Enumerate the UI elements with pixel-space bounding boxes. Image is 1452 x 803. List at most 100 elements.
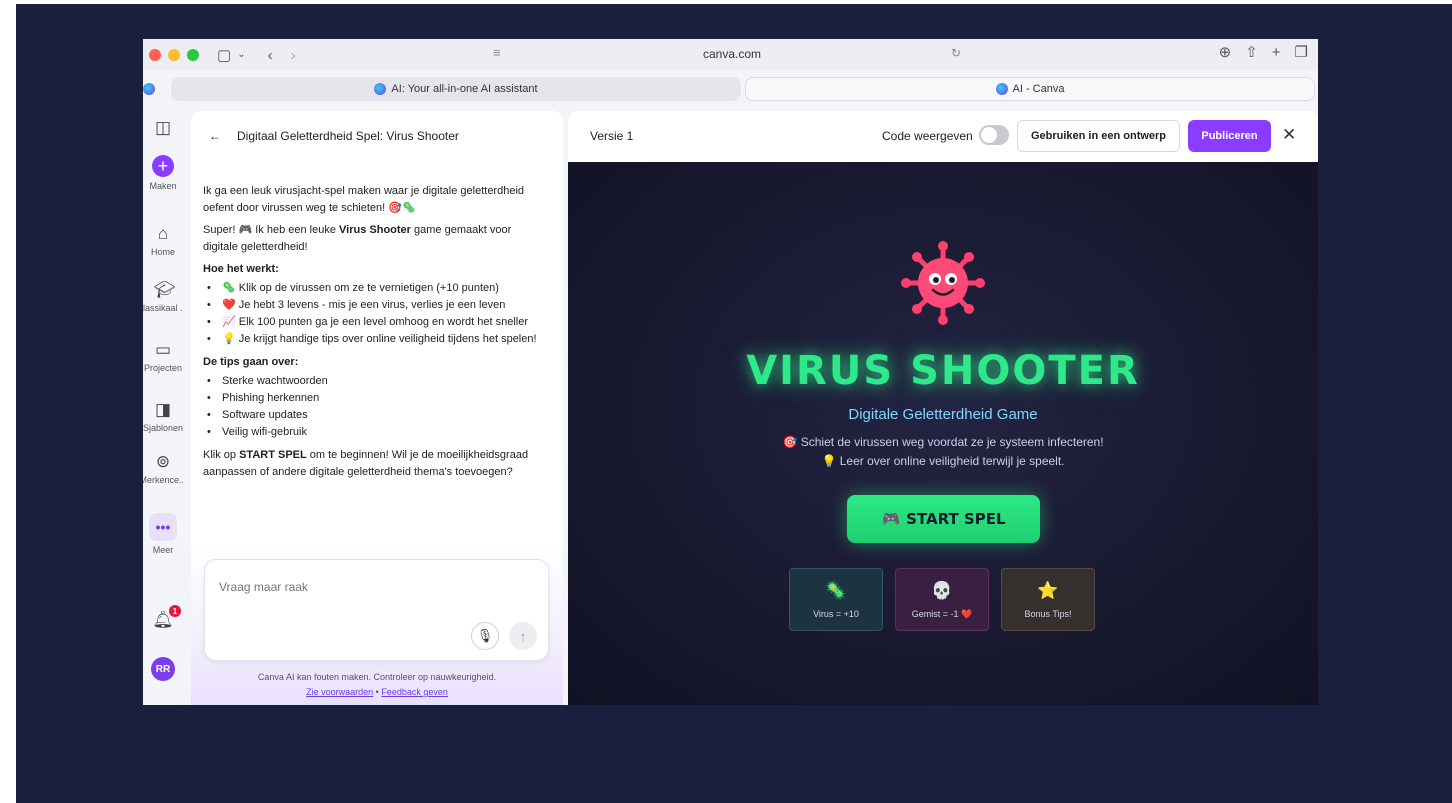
send-arrow-icon[interactable]: ↑: [509, 622, 537, 650]
tab-ai-canva[interactable]: AI - Canva: [745, 77, 1315, 101]
chat-title: Digitaal Geletterdheid Spel: Virus Shoot…: [237, 129, 459, 143]
feedback-link[interactable]: Feedback geven: [381, 687, 448, 697]
close-icon[interactable]: ✕: [1282, 125, 1296, 145]
rail-label: Projecten: [143, 363, 183, 373]
disclaimer-text: Canva AI kan fouten maken. Controleer op…: [257, 672, 497, 682]
new-tab-icon[interactable]: +: [1272, 45, 1281, 60]
card-label: Gemist = -1 ❤️: [911, 609, 973, 619]
microphone-icon[interactable]: 🎙︎: [471, 622, 499, 650]
more-icon: •••: [149, 513, 177, 541]
list-item: ❤️ Je hebt 3 levens - mis je een virus, …: [203, 297, 548, 314]
canva-favicon-icon: [374, 83, 387, 95]
tips-list: Sterke wachtwoorden Phishing herkennen S…: [203, 373, 548, 441]
folder-icon: ▭: [154, 341, 172, 359]
rail-label: Home: [150, 247, 175, 257]
game-title: VIRUS SHOOTER: [746, 348, 1140, 394]
start-game-button[interactable]: 🎮 START SPEL: [847, 495, 1040, 543]
list-item: Veilig wifi-gebruik: [203, 424, 548, 441]
terms-link[interactable]: Zie voorwaarden: [306, 687, 373, 697]
notification-badge: 1: [169, 605, 181, 617]
prompt-input[interactable]: Vraag maar raak: [219, 580, 308, 594]
reload-icon[interactable]: ↻: [951, 47, 961, 59]
list-item: Sterke wachtwoorden: [203, 373, 548, 390]
toggle-panel-button[interactable]: ◫: [143, 119, 183, 141]
back-icon[interactable]: ‹: [268, 48, 273, 63]
prompt-input-box[interactable]: Vraag maar raak 🎙︎ ↑: [204, 559, 549, 661]
rail-item-sjablonen[interactable]: ◨ Sjablonen: [143, 401, 183, 433]
brand-icon: ⊚: [155, 453, 171, 471]
start-label: START SPEL: [906, 510, 1006, 528]
chat-messages: Ik ga een leuk virusjacht-spel maken waa…: [203, 183, 548, 486]
message-bold-text: START SPEL: [239, 449, 307, 461]
canva-side-rail: ◫ + Maken ⌂ Home 🎓︎ lassikaal ... ▭ Proj…: [143, 111, 183, 705]
rail-item-merkencentrum[interactable]: ⊚ Merkence...: [143, 453, 183, 485]
tabs-overview-icon[interactable]: ❐: [1295, 45, 1308, 60]
templates-icon: ◨: [154, 401, 172, 419]
code-preview-panel: Versie 1 Code weergeven Gebruiken in een…: [568, 111, 1318, 705]
plus-icon: +: [152, 155, 174, 177]
rail-label: lassikaal ...: [143, 303, 183, 313]
zoom-window-button[interactable]: [187, 49, 199, 61]
tab-label: AI: Your all-in-one AI assistant: [391, 83, 538, 95]
game-preview: VIRUS SHOOTER Digitale Geletterdheid Gam…: [568, 162, 1318, 705]
rail-item-meer[interactable]: ••• Meer: [143, 513, 183, 555]
forward-icon[interactable]: ›: [291, 48, 296, 63]
graduation-cap-icon: 🎓︎: [154, 281, 176, 299]
home-icon: ⌂: [157, 225, 169, 243]
list-item: 💡 Je krijgt handige tips over online vei…: [203, 331, 548, 348]
browser-window: ▢ ⌄ ‹ › ≡ canva.com ↻ ⊕ ⇧ + ❐ AI: Your a…: [143, 39, 1318, 705]
pinned-tab-icon[interactable]: [143, 83, 155, 95]
gamepad-icon: 🎮: [881, 510, 901, 528]
close-window-button[interactable]: [149, 49, 161, 61]
rail-label: Maken: [149, 181, 177, 191]
game-instruction-2: 💡 Leer over online veiligheid terwijl je…: [821, 454, 1065, 468]
page-settings-icon[interactable]: ≡: [493, 46, 501, 59]
publish-button[interactable]: Publiceren: [1188, 120, 1271, 152]
rail-item-projecten[interactable]: ▭ Projecten: [143, 341, 183, 373]
rail-label: Merkence...: [143, 475, 183, 485]
account-button[interactable]: RR: [143, 657, 183, 681]
tab-label: AI - Canva: [1012, 83, 1065, 95]
toggle-knob: [981, 127, 997, 143]
address-bar[interactable]: canva.com: [703, 47, 761, 61]
list-item: 📈 Elk 100 punten ga je een level omhoog …: [203, 314, 548, 331]
ai-message-intro: Super! 🎮 Ik heb een leuke Virus Shooter …: [203, 222, 548, 256]
card-label: Virus = +10: [813, 609, 859, 619]
avatar: RR: [151, 657, 175, 681]
version-label[interactable]: Versie 1: [590, 129, 633, 143]
code-toggle-switch[interactable]: [979, 125, 1009, 145]
card-label: Bonus Tips!: [1024, 609, 1072, 619]
back-arrow-icon[interactable]: ←: [209, 129, 221, 143]
game-instruction-1: 🎯 Schiet de virussen weg voordat ze je s…: [782, 435, 1104, 449]
download-icon[interactable]: ⊕: [1219, 45, 1232, 60]
code-toggle-label: Code weergeven: [882, 129, 973, 143]
message-text: Klik op: [203, 449, 240, 461]
tab-ai-assistant[interactable]: AI: Your all-in-one AI assistant: [171, 77, 741, 101]
message-text: Super! 🎮 Ik heb een leuke: [203, 224, 340, 236]
chat-header: ← Digitaal Geletterdheid Spel: Virus Sho…: [209, 129, 459, 143]
skull-icon: 💀: [931, 581, 953, 600]
virus-icon: 🦠: [825, 581, 847, 600]
how-heading: Hoe het werkt:: [203, 263, 279, 275]
game-subtitle: Digitale Geletterdheid Game: [848, 406, 1038, 423]
toolbar-right-actions: ⊕ ⇧ + ❐: [1219, 45, 1308, 60]
use-in-design-button[interactable]: Gebruiken in een ontwerp: [1017, 120, 1180, 152]
rail-item-maken[interactable]: + Maken: [143, 155, 183, 191]
virus-mascot-icon: [901, 241, 985, 325]
info-card-virus: 🦠 Virus = +10: [789, 568, 883, 631]
panel-toggle-icon: ◫: [154, 119, 172, 137]
how-list: 🦠 Klik op de virussen om ze te vernietig…: [203, 280, 548, 348]
rail-label: Sjablonen: [143, 423, 183, 433]
rail-item-home[interactable]: ⌂ Home: [143, 225, 183, 257]
browser-toolbar: ▢ ⌄ ‹ › ≡ canva.com ↻ ⊕ ⇧ + ❐: [143, 39, 1318, 71]
sidebar-icon[interactable]: ▢: [217, 48, 231, 63]
canva-favicon-icon: [995, 83, 1008, 95]
list-item: Phishing herkennen: [203, 390, 548, 407]
share-up-icon[interactable]: ⇧: [1245, 45, 1258, 60]
chevron-down-icon[interactable]: ⌄: [237, 50, 245, 60]
minimize-window-button[interactable]: [168, 49, 180, 61]
rail-item-klassikaal[interactable]: 🎓︎ lassikaal ...: [143, 281, 183, 313]
star-icon: ⭐: [1037, 581, 1059, 600]
window-controls: [149, 49, 199, 61]
preview-header: Versie 1 Code weergeven Gebruiken in een…: [568, 111, 1318, 162]
